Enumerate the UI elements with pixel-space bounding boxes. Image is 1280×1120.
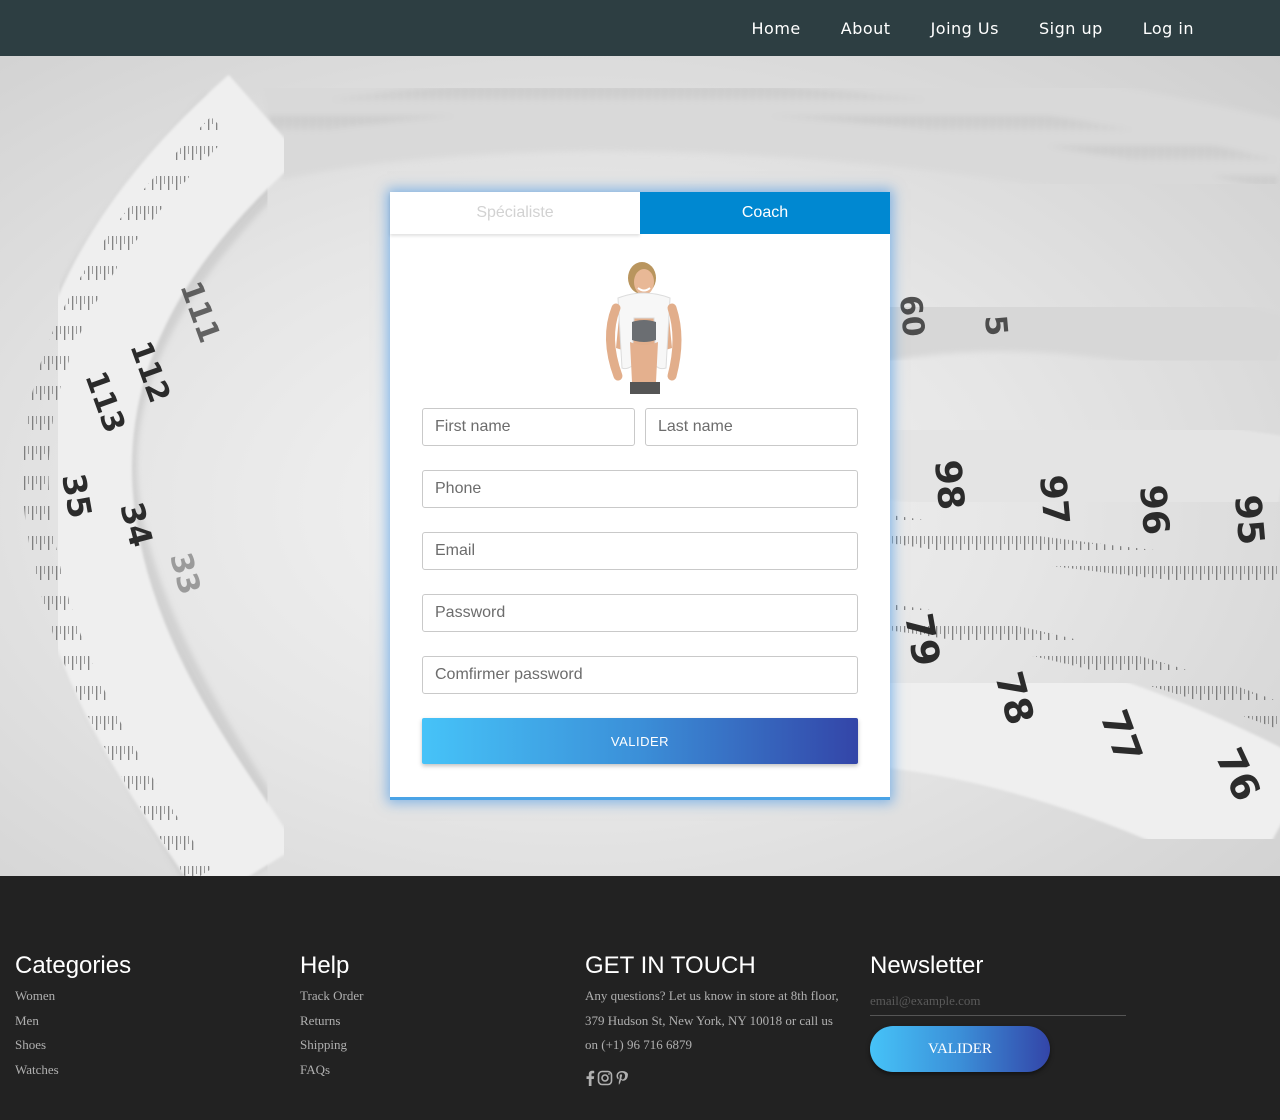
newsletter-email-input[interactable]	[870, 986, 1126, 1016]
nav-home-link[interactable]: Home	[752, 19, 801, 38]
newsletter-submit-button[interactable]: VALIDER	[870, 1026, 1050, 1072]
tab-specialiste[interactable]: Spécialiste	[390, 192, 640, 234]
tape-number: 33	[162, 549, 207, 598]
confirm-password-input[interactable]	[422, 656, 858, 694]
tape-number: 35	[54, 471, 99, 521]
footer-contact: GET IN TOUCH Any questions? Let us know …	[585, 952, 855, 1086]
tape-number: 97	[1031, 473, 1076, 526]
pinterest-icon[interactable]	[615, 1070, 629, 1086]
footer-link-track-order[interactable]: Track Order	[300, 984, 570, 1009]
facebook-icon[interactable]	[585, 1070, 595, 1086]
nav-menu: Home About Joing Us Sign up Log in	[712, 0, 1194, 56]
footer-link-women[interactable]: Women	[15, 984, 285, 1009]
footer-link-returns[interactable]: Returns	[300, 1009, 570, 1034]
tape-number: 98	[926, 458, 971, 511]
role-tabs: Spécialiste Coach	[390, 192, 890, 234]
registration-card: Spécialiste Coach VALIDER	[390, 192, 890, 800]
footer-link-shoes[interactable]: Shoes	[15, 1033, 285, 1058]
footer: Categories Women Men Shoes Watches Help …	[0, 876, 1280, 1120]
footer-contact-title: GET IN TOUCH	[585, 952, 756, 979]
nav-about-link[interactable]: About	[841, 19, 891, 38]
footer-contact-text: Any questions? Let us know in store at 8…	[585, 988, 839, 1052]
footer-link-shipping[interactable]: Shipping	[300, 1033, 570, 1058]
coach-avatar-image	[605, 262, 682, 394]
phone-input[interactable]	[422, 470, 858, 508]
footer-help: Help Track Order Returns Shipping FAQs	[300, 952, 570, 1082]
footer-newsletter: Newsletter VALIDER	[870, 952, 1140, 1072]
nav-log-in-link[interactable]: Log in	[1143, 19, 1194, 38]
tape-number: 79	[896, 610, 949, 670]
first-name-input[interactable]	[422, 408, 635, 446]
submit-button[interactable]: VALIDER	[422, 718, 858, 764]
social-links	[585, 1070, 855, 1086]
instagram-icon[interactable]	[597, 1070, 613, 1086]
nav-join-us-link[interactable]: Joing Us	[931, 19, 999, 38]
top-navbar: Home About Joing Us Sign up Log in	[0, 0, 1280, 56]
footer-link-watches[interactable]: Watches	[15, 1058, 285, 1083]
tape-number: 95	[1226, 493, 1271, 546]
footer-help-title: Help	[300, 952, 350, 979]
tab-coach[interactable]: Coach	[640, 192, 890, 234]
footer-link-faqs[interactable]: FAQs	[300, 1058, 570, 1083]
footer-newsletter-title: Newsletter	[870, 952, 984, 979]
last-name-input[interactable]	[645, 408, 858, 446]
tape-number: 96	[1131, 483, 1176, 536]
nav-sign-up-link[interactable]: Sign up	[1039, 19, 1103, 38]
email-input[interactable]	[422, 532, 858, 570]
password-input[interactable]	[422, 594, 858, 632]
tape-number: 5	[977, 314, 1014, 338]
footer-categories-title: Categories	[15, 952, 132, 979]
tape-number: 60	[892, 294, 931, 339]
footer-categories: Categories Women Men Shoes Watches	[15, 952, 285, 1082]
footer-link-men[interactable]: Men	[15, 1009, 285, 1034]
